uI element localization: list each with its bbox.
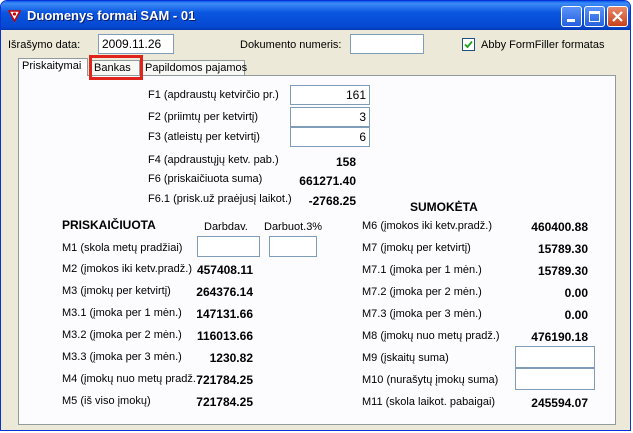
m31-label: M3.1 (įmoka per 1 mėn.) [62, 307, 182, 319]
title-bar[interactable]: Duomenys formai SAM - 01 [1, 1, 630, 30]
dokumento-numeris-label: Dokumento numeris: [240, 39, 342, 51]
darbdav-column-header: Darbdav. [204, 221, 248, 233]
m3-value: 264376.14 [196, 285, 253, 299]
m11-label: M11 (skola laikot. pabaigai) [362, 396, 496, 408]
israsymo-data-input[interactable]: 2009.11.26 [98, 34, 174, 54]
m72-value: 0.00 [564, 286, 588, 300]
m10-input[interactable] [515, 368, 595, 390]
m4-value: 721784.25 [196, 373, 253, 387]
darbuot-column-header: Darbuot.3% [264, 221, 323, 233]
highlight-box [89, 55, 143, 80]
f1-label: F1 (apdraustų ketvirčio pr.) [148, 89, 279, 101]
m7-value: 15789.30 [537, 242, 588, 256]
abby-formfiller-label: Abby FormFiller formatas [481, 39, 605, 51]
m33-value: 1230.82 [209, 351, 253, 365]
f61-label: F6.1 (prisk.už praėjusį laikot.) [148, 193, 292, 205]
close-button[interactable] [607, 6, 628, 27]
app-window: Duomenys formai SAM - 01 Išrašymo data: … [0, 0, 631, 431]
m6-value: 460400.88 [531, 220, 588, 234]
sumoketa-heading: SUMOKĖTA [410, 200, 478, 214]
m4-label: M4 (įmokų nuo metų pradž. [62, 373, 196, 385]
m32-value: 116013.66 [196, 329, 253, 343]
m8-label: M8 (įmokų nuo metų pradž.) [362, 330, 500, 342]
m5-value: 721784.25 [196, 395, 253, 409]
f6-value: 661271.40 [299, 174, 356, 188]
tab-papildomos-pajamos[interactable]: Papildomos pajamos [141, 60, 248, 76]
f6-label: F6 (priskaičiuota suma) [148, 173, 263, 185]
minimize-button[interactable] [561, 6, 582, 27]
m31-value: 147131.66 [196, 307, 253, 321]
m33-label: M3.3 (įmoka per 3 mėn.) [62, 351, 182, 363]
tab-label: Priskaitymai [22, 60, 82, 72]
m72-label: M7.2 (įmoka per 2 mėn.) [362, 286, 482, 298]
f2-label: F2 (priimtų per ketvirtį) [148, 111, 259, 123]
m11-value: 245594.07 [531, 396, 588, 410]
m32-label: M3.2 (įmoka per 2 mėn.) [62, 329, 182, 341]
tab-priskaitymai[interactable]: Priskaitymai [18, 58, 88, 76]
f4-label: F4 (apdraustųjų ketv. pab.) [148, 154, 279, 166]
m7-label: M7 (įmokų per ketvirtį) [362, 242, 471, 254]
m9-input[interactable] [515, 346, 595, 368]
minimize-icon [567, 19, 575, 22]
close-icon [612, 11, 623, 22]
maximize-icon [589, 11, 600, 22]
m2-value: 457408.11 [196, 263, 253, 277]
priskaiciuota-heading: PRISKAIČIUOTA [62, 218, 156, 232]
window-title: Duomenys formai SAM - 01 [27, 8, 196, 23]
m1-label: M1 (skola metų pradžiai) [62, 242, 183, 254]
dokumento-numeris-input[interactable] [350, 34, 424, 54]
f2-input[interactable]: 3 [290, 107, 370, 127]
priskaitymai-panel: F1 (apdraustų ketvirčio pr.) 161 F2 (pri… [18, 75, 616, 425]
f3-label: F3 (atleistų per ketvirtį) [148, 131, 260, 143]
m8-value: 476190.18 [531, 330, 588, 344]
m1-darbuot-input[interactable] [269, 236, 317, 257]
tab-label: Papildomos pajamos [145, 62, 248, 74]
m2-label: M2 (įmokos iki ketv.pradž.) [62, 263, 192, 275]
f3-input[interactable]: 6 [290, 127, 370, 147]
m73-value: 0.00 [564, 308, 588, 322]
m73-label: M7.3 (įmoka per 3 mėn.) [362, 308, 482, 320]
m3-label: M3 (įmokų per ketvirtį) [62, 285, 171, 297]
app-icon [8, 10, 21, 22]
f1-input[interactable]: 161 [290, 85, 370, 105]
client-area: Išrašymo data: 2009.11.26 Dokumento nume… [4, 30, 627, 429]
checkmark-icon [464, 40, 473, 49]
f4-value: 158 [335, 155, 356, 169]
m71-value: 15789.30 [537, 264, 588, 278]
m1-darbdav-input[interactable] [197, 236, 260, 257]
maximize-button[interactable] [584, 6, 605, 27]
f61-value: -2768.25 [308, 194, 356, 208]
abby-formfiller-checkbox[interactable] [462, 38, 475, 51]
israsymo-data-label: Išrašymo data: [8, 39, 81, 51]
m5-label: M5 (iš viso įmokų) [62, 395, 151, 407]
m6-label: M6 (įmokos iki ketv.pradž.) [362, 220, 492, 232]
m71-label: M7.1 (įmoka per 1 mėn.) [362, 264, 482, 276]
m9-label: M9 (įskaitų suma) [362, 352, 449, 364]
m10-label: M10 (nurašytų įmokų suma) [362, 374, 499, 386]
